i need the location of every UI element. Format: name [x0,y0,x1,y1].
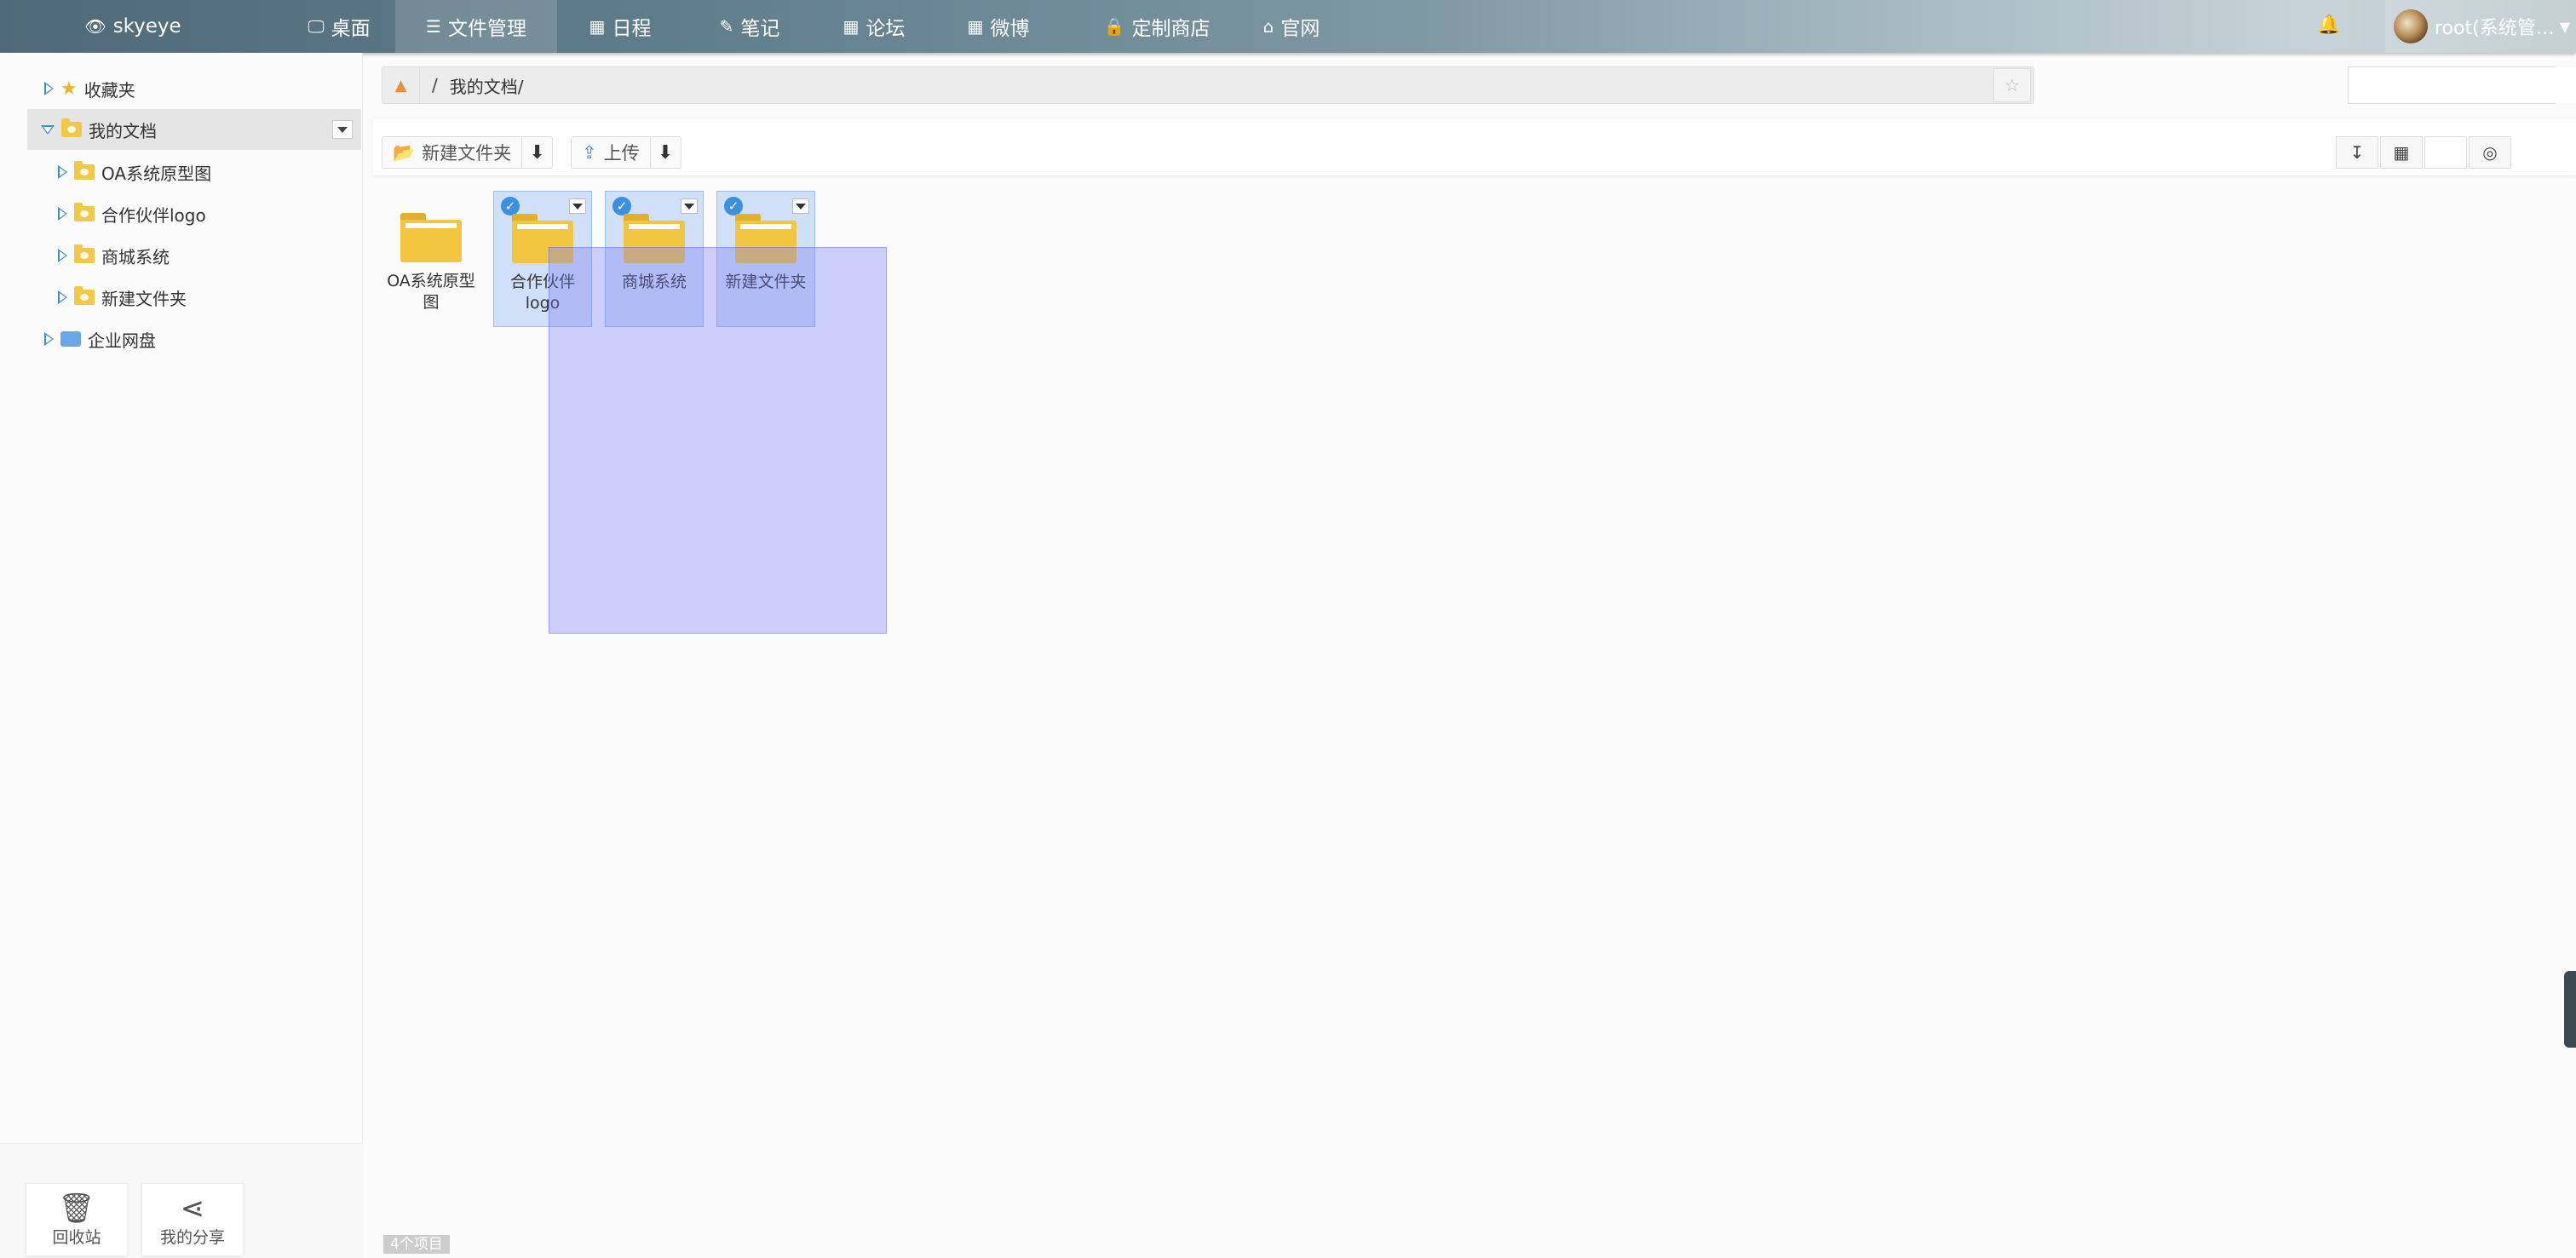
folder-open-icon: 📂 [393,141,416,163]
address-bar[interactable]: ▲ / 我的文档/ [382,66,2034,104]
star-icon: ★ [60,78,78,100]
grid-view-icon[interactable]: ▦ [2380,136,2423,169]
lock-icon: 🔒 [1103,16,1125,37]
trash-icon: 🗑 [58,1191,95,1226]
hide-icon[interactable]: ◎ [2469,136,2511,169]
disk-icon [60,331,81,347]
nav-store[interactable]: 🔒 定制商店 [1078,0,1235,53]
tree-new-folder[interactable]: 新建文件夹 [0,277,363,318]
selection-lasso [549,247,887,634]
nav-label: 官网 [1280,18,1320,40]
path-separator: / [432,75,438,95]
path-text[interactable]: 我的文档/ [450,73,524,98]
tree-partner-logo[interactable]: 合作伙伴logo [0,193,363,234]
my-share-button[interactable]: ⋖ 我的分享 [141,1183,244,1256]
expand-icon[interactable] [44,332,54,346]
status-count: 4个项目 [383,1235,450,1254]
nav-label: 论坛 [865,18,906,40]
tree-enterprise-disk[interactable]: 企业网盘 [0,319,363,359]
arrow-down-icon[interactable]: ⬇ [649,137,681,168]
tree-label: 新建文件夹 [101,288,187,309]
calendar-icon: ▦ [967,16,984,37]
nav-notes[interactable]: ✎ 笔记 [699,0,801,53]
expand-icon[interactable] [44,82,54,95]
tree-label: 合作伙伴logo [101,204,206,226]
expand-icon[interactable] [58,290,67,304]
nav-website[interactable]: ⌂ 官网 [1249,0,1334,53]
expand-icon[interactable] [58,207,67,221]
edit-icon: ✎ [719,16,734,37]
calendar-icon: ▦ [842,16,860,37]
file-name: OA系统原型图 [387,272,475,312]
nav-label: 桌面 [331,18,371,40]
home-icon[interactable]: ▲ [382,67,420,103]
nav-label: 定制商店 [1131,18,1210,40]
arrow-down-icon[interactable]: ⬇ [521,137,552,168]
nav-label: 文件管理 [447,18,526,40]
calendar-icon: ▦ [589,16,606,37]
share-icon: ⋖ [180,1191,205,1226]
nav-label: 笔记 [740,18,780,40]
chevron-down-icon: ▼ [2559,18,2571,35]
nav-label: 日程 [612,18,652,40]
side-handle[interactable] [2564,971,2576,1048]
folder-icon [74,244,95,263]
nav-desktop[interactable]: 🖵 桌面 [285,0,394,53]
recycle-bin-button[interactable]: 🗑 回收站 [26,1183,128,1256]
tree-label: 收藏夹 [83,79,135,101]
share-label: 我的分享 [159,1227,225,1247]
top-navbar: 👁 skyeye 🖵 桌面 ☰ 文件管理 ▦ 日程 ✎ 笔记 ▦ 论坛 ▦ 微博… [0,0,2576,53]
nav-schedule[interactable]: ▦ 日程 [571,0,670,53]
folder-icon [61,118,82,137]
expand-icon[interactable] [58,249,67,262]
sidebar: ★ 收藏夹 我的文档 OA系统原型图 合作伙伴logo 商城系统 新建文件夹 企… [0,53,363,1258]
folder-icon [74,286,95,305]
folder-icon [400,211,462,262]
desktop-icon: 🖵 [308,16,325,37]
expand-icon[interactable] [58,165,67,179]
new-folder-button[interactable]: 📂 新建文件夹 ⬇ [382,136,554,169]
tree-mall-system[interactable]: 商城系统 [0,235,363,276]
eye-icon: 👁 [84,16,106,37]
list-view-icon[interactable] [2424,136,2467,169]
list-icon: ☰ [426,16,441,37]
search-input[interactable] [2349,67,2576,103]
brand-link[interactable]: 👁 skyeye [73,0,193,53]
brand-label: skyeye [112,15,181,37]
sidebar-bottom: 🗑 回收站 ⋖ 我的分享 [0,1143,363,1258]
tree-menu-dropdown[interactable] [332,120,353,139]
new-folder-label: 新建文件夹 [422,143,512,164]
nav-file-manager[interactable]: ☰ 文件管理 [395,0,557,53]
home-icon: ⌂ [1262,16,1274,37]
tree-label: 商城系统 [101,246,170,267]
collapse-icon[interactable] [41,124,55,135]
bell-icon[interactable]: 🔔 [2317,14,2340,36]
sort-icon[interactable]: ↧ [2336,136,2378,169]
nav-forum[interactable]: ▦ 论坛 [825,0,923,53]
toolbar: 📂 新建文件夹 ⬇ ⇪ 上传 ⬇ ↧ ▦ ◎ [373,119,2576,175]
tree-label: 企业网盘 [88,330,156,351]
tree-label: OA系统原型图 [101,163,212,184]
upload-button[interactable]: ⇪ 上传 ⬇ [571,136,681,169]
upload-label: 上传 [603,143,640,164]
folder-icon [74,203,95,221]
add-favorite-icon[interactable]: ☆ [1993,68,2031,102]
user-menu[interactable]: root(系统管… ▼ [2385,0,2576,53]
folder-icon [74,161,95,180]
recycle-label: 回收站 [52,1227,101,1247]
upload-icon: ⇪ [582,142,597,163]
avatar [2394,9,2428,43]
file-item[interactable]: OA系统原型图 [382,191,480,327]
search-box: ⌕ [2348,66,2576,104]
tree-label: 我的文档 [89,120,157,141]
tree-favorites[interactable]: ★ 收藏夹 [0,68,363,109]
tree-oa-prototype[interactable]: OA系统原型图 [0,152,363,192]
nav-label: 微博 [990,18,1030,40]
tree-my-documents[interactable]: 我的文档 [27,109,361,150]
user-name: root(系统管… [2435,18,2555,39]
nav-weibo[interactable]: ▦ 微博 [949,0,1048,53]
